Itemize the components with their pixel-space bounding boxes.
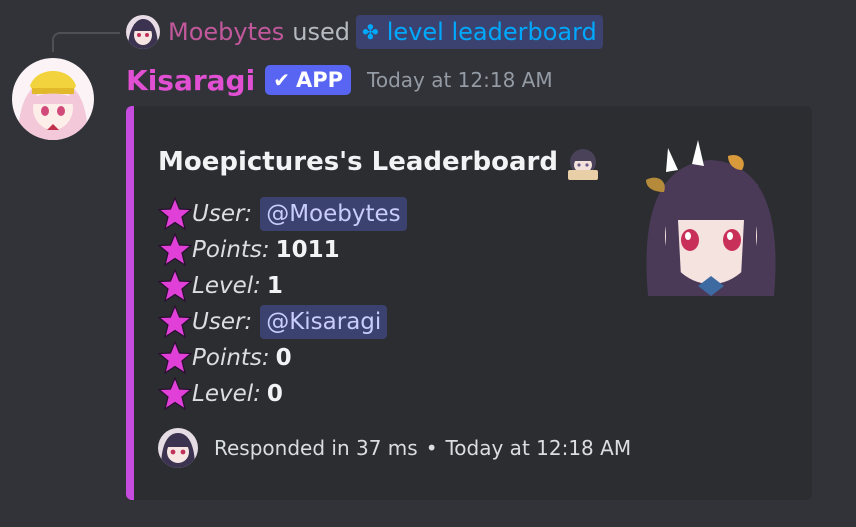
custom-emoji-icon[interactable] — [564, 144, 602, 180]
field-label: User: — [192, 309, 253, 335]
leaderboard-embed: Moepictures's Leaderboard User: @Moebyte… — [126, 106, 812, 500]
level-value: 1 — [266, 273, 283, 299]
verified-check-icon: ✔ — [273, 68, 290, 92]
user-mention[interactable]: @Kisaragi — [260, 305, 388, 339]
field-row: Points: 1011 — [158, 232, 407, 268]
reply-used-text: used — [292, 18, 350, 46]
moebytes-avatar[interactable] — [126, 15, 160, 49]
app-badge: ✔ APP — [265, 65, 352, 95]
message-timestamp[interactable]: Today at 12:18 AM — [367, 68, 553, 92]
footer-timestamp: Today at 12:18 AM — [445, 436, 632, 460]
embed-title-text: Moepictures's Leaderboard — [158, 147, 558, 177]
star-icon — [158, 377, 192, 411]
author-name[interactable]: Kisaragi — [126, 64, 255, 97]
star-icon — [158, 233, 192, 267]
slash-command-icon: ✤ — [362, 20, 379, 44]
level-value: 0 — [266, 381, 283, 407]
user-mention[interactable]: @Moebytes — [260, 197, 407, 231]
message-header: Kisaragi ✔ APP Today at 12:18 AM — [126, 60, 553, 100]
footer-avatar-icon — [158, 428, 198, 468]
star-icon — [158, 305, 192, 339]
star-icon — [158, 269, 192, 303]
reply-connector — [52, 32, 120, 52]
star-icon — [158, 341, 192, 375]
field-row: User: @Moebytes — [158, 196, 407, 232]
field-row: User: @Kisaragi — [158, 304, 407, 340]
field-row: Level: 0 — [158, 376, 407, 412]
embed-fields: User: @Moebytes Points: 1011 Level: 1 Us… — [158, 196, 407, 412]
command-name: level leaderboard — [386, 18, 597, 46]
embed-footer: Responded in 37 ms • Today at 12:18 AM — [158, 428, 631, 468]
points-value: 1011 — [275, 237, 340, 263]
field-label: User: — [192, 201, 253, 227]
star-icon — [158, 197, 192, 231]
slash-command[interactable]: ✤ level leaderboard — [356, 15, 603, 49]
response-time: Responded in 37 ms — [214, 436, 418, 460]
field-label: Points: — [192, 237, 270, 263]
field-label: Level: — [192, 273, 261, 299]
field-row: Level: 1 — [158, 268, 407, 304]
embed-title: Moepictures's Leaderboard — [158, 144, 602, 180]
field-row: Points: 0 — [158, 340, 407, 376]
points-value: 0 — [275, 345, 292, 371]
command-reply-header: Moebytes used ✤ level leaderboard — [126, 14, 603, 50]
field-label: Level: — [192, 381, 261, 407]
embed-thumbnail[interactable] — [638, 136, 784, 296]
author-avatar[interactable] — [12, 58, 94, 140]
app-badge-label: APP — [295, 68, 344, 92]
reply-username[interactable]: Moebytes — [168, 18, 284, 46]
field-label: Points: — [192, 345, 270, 371]
footer-separator: • — [425, 436, 438, 460]
